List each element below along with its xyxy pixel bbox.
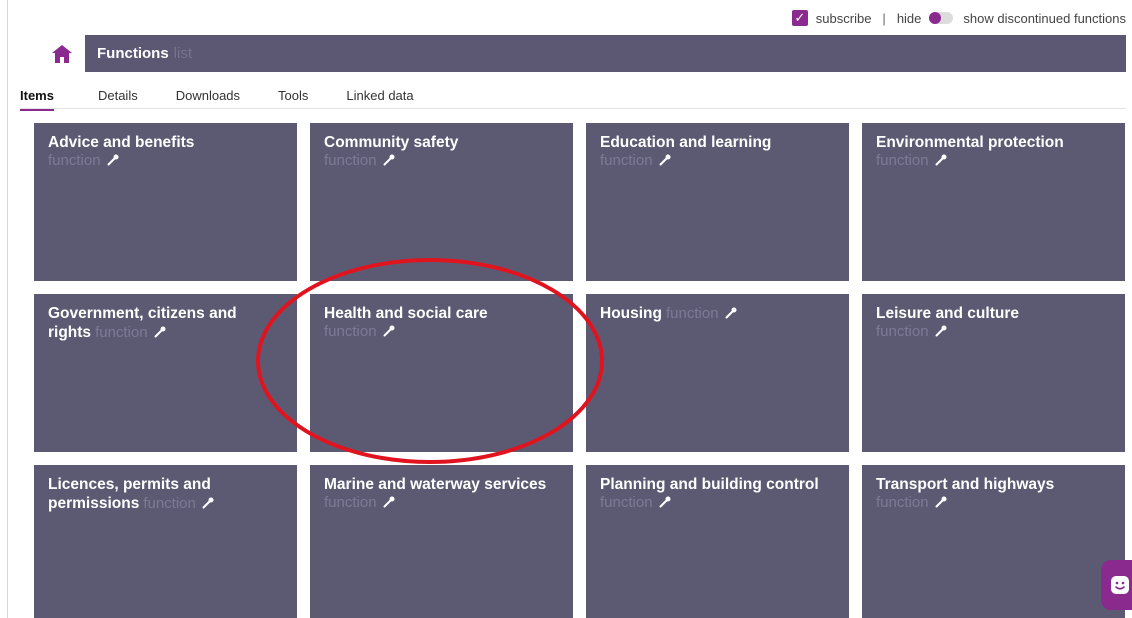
- tile-title: Housing: [600, 305, 662, 322]
- tile-title: Marine and waterway services: [324, 476, 547, 493]
- tile-type: function: [324, 323, 377, 340]
- tile-title: Community safety: [324, 134, 459, 151]
- page-title: Functions: [97, 45, 169, 62]
- wrench-icon: [725, 307, 737, 319]
- utility-separator: |: [882, 10, 886, 26]
- tab-bar: Items Details Downloads Tools Linked dat…: [20, 83, 1126, 111]
- wrench-icon: [383, 496, 395, 508]
- functions-grid: Advice and benefits function Community s…: [34, 123, 1125, 618]
- tile-title: Planning and building control: [600, 476, 819, 493]
- wrench-icon: [935, 154, 947, 166]
- tile-type: function: [666, 305, 719, 322]
- tile-environmental-protection[interactable]: Environmental protection function: [862, 123, 1125, 281]
- wrench-icon: [935, 325, 947, 337]
- tile-community-safety[interactable]: Community safety function: [310, 123, 573, 281]
- tile-type: function: [600, 152, 653, 169]
- tile-title: Advice and benefits: [48, 134, 195, 151]
- tile-title: Transport and highways: [876, 476, 1055, 493]
- wrench-icon: [659, 154, 671, 166]
- tab-downloads[interactable]: Downloads: [176, 83, 240, 109]
- tile-type: function: [876, 494, 929, 511]
- tile-type: function: [48, 152, 101, 169]
- chat-smiley-icon: [1111, 576, 1129, 594]
- subscribe-checkbox[interactable]: ✓: [791, 10, 808, 26]
- wrench-icon: [202, 497, 214, 509]
- page-left-border: [7, 0, 8, 618]
- wrench-icon: [107, 154, 119, 166]
- tab-details[interactable]: Details: [98, 83, 138, 109]
- tile-type: function: [876, 323, 929, 340]
- tile-education-and-learning[interactable]: Education and learning function: [586, 123, 849, 281]
- page-header: Functions list: [85, 35, 1126, 72]
- tab-tools[interactable]: Tools: [278, 83, 308, 109]
- toggle-knob: [929, 12, 942, 24]
- tile-licences-permits-and-permissions[interactable]: Licences, permits and permissions functio…: [34, 465, 297, 618]
- utility-bar: ✓ subscribe | hide show discontinued fun…: [791, 8, 1126, 28]
- tile-title: Education and learning: [600, 134, 772, 151]
- tile-title: Environmental protection: [876, 134, 1064, 151]
- chat-widget-button[interactable]: [1101, 560, 1132, 610]
- tile-type: function: [600, 494, 653, 511]
- wrench-icon: [383, 325, 395, 337]
- tile-title: Health and social care: [324, 305, 488, 322]
- tile-transport-and-highways[interactable]: Transport and highways function: [862, 465, 1125, 618]
- wrench-icon: [154, 326, 166, 338]
- tile-leisure-and-culture[interactable]: Leisure and culture function: [862, 294, 1125, 452]
- wrench-icon: [383, 154, 395, 166]
- home-icon: [52, 45, 72, 63]
- wrench-icon: [659, 496, 671, 508]
- tile-type: function: [143, 495, 196, 512]
- discontinued-label: show discontinued functions: [963, 10, 1126, 26]
- tile-type: function: [324, 152, 377, 169]
- hide-label: hide: [896, 10, 922, 26]
- wrench-icon: [935, 496, 947, 508]
- tab-linked-data[interactable]: Linked data: [346, 83, 413, 109]
- tile-government-citizens-and-rights[interactable]: Government, citizens and rights function: [34, 294, 297, 452]
- tile-type: function: [324, 494, 377, 511]
- tab-items[interactable]: Items: [20, 83, 54, 111]
- tile-title: Leisure and culture: [876, 305, 1019, 322]
- tile-health-and-social-care[interactable]: Health and social care function: [310, 294, 573, 452]
- page-subtitle: list: [173, 45, 193, 62]
- tile-housing[interactable]: Housing function: [586, 294, 849, 452]
- discontinued-toggle[interactable]: [929, 12, 954, 24]
- tile-type: function: [95, 324, 148, 341]
- tile-planning-and-building-control[interactable]: Planning and building control function: [586, 465, 849, 618]
- home-button[interactable]: [42, 36, 82, 72]
- tile-marine-and-waterway-services[interactable]: Marine and waterway services function: [310, 465, 573, 618]
- subscribe-label[interactable]: subscribe: [816, 11, 872, 26]
- tile-type: function: [876, 152, 929, 169]
- tile-advice-and-benefits[interactable]: Advice and benefits function: [34, 123, 297, 281]
